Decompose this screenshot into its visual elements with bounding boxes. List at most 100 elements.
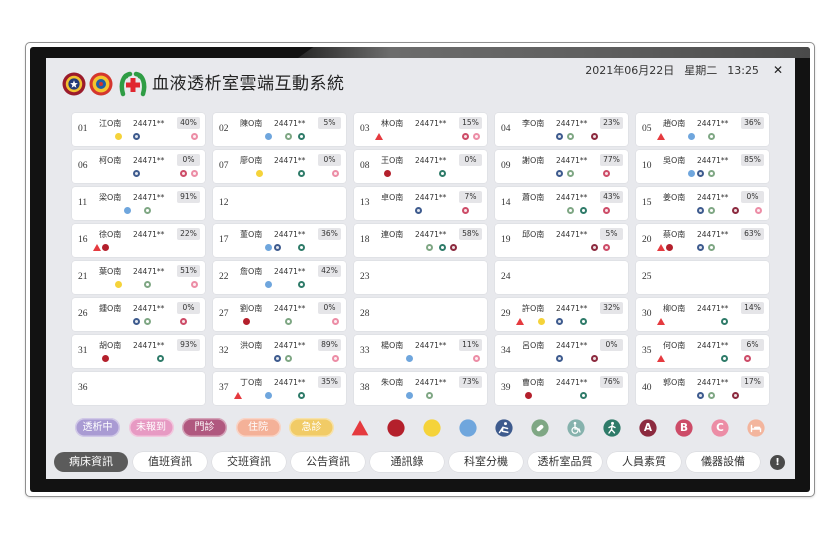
bed-card[interactable]: 11 梁O南 24471** 91% (72, 187, 205, 220)
pill-green-icon (707, 170, 715, 177)
bed-number: 21 (78, 272, 88, 282)
nav-tab[interactable]: 儀器設備 (686, 452, 760, 472)
bed-card[interactable]: 18 連O南 24471** 58% (354, 224, 487, 257)
bed-number: 03 (360, 124, 370, 134)
bed-card[interactable]: 08 王O南 24471** 0% (354, 150, 487, 183)
patient-name: 朱O南 (381, 378, 404, 387)
nav-tab[interactable]: 值班資訊 (133, 452, 207, 472)
bed-card[interactable]: 22 詹O南 24471** 42% (213, 261, 346, 294)
patient-id: 24471** (133, 193, 165, 202)
person-green-icon (297, 281, 305, 288)
bed-card[interactable]: 34 呂O南 24471** 0% (495, 335, 628, 368)
bed-card[interactable]: 30 柳O南 24471** 14% (636, 298, 769, 331)
alert-icon (656, 244, 665, 251)
patient-name: 邱O南 (522, 230, 545, 239)
bed-card[interactable]: 04 李O南 24471** 23% (495, 113, 628, 146)
bed-number: 36 (78, 383, 88, 393)
bed-number: 27 (219, 309, 229, 319)
nav-tab[interactable]: 透析室品質 (528, 452, 602, 472)
patient-name: 柳O南 (663, 304, 686, 313)
bed-card[interactable]: 10 吳O南 24471** 85% (636, 150, 769, 183)
blue-dot-icon (264, 281, 272, 288)
patient-name: 謝O南 (522, 156, 545, 165)
bed-card[interactable]: 20 蔡O南 24471** 63% (636, 224, 769, 257)
nav-tab[interactable]: 科室分機 (449, 452, 523, 472)
pill-green-icon (143, 207, 151, 214)
bed-card[interactable]: 29 許O南 24471** 32% (495, 298, 628, 331)
bed-card[interactable]: 19 邱O南 24471** 5% (495, 224, 628, 257)
bed-card[interactable]: 23 (354, 261, 487, 294)
dialysis-progress: 0% (318, 302, 341, 314)
bed-card[interactable]: 32 洪O南 24471** 89% (213, 335, 346, 368)
wheelchair-navy-icon (696, 244, 704, 251)
bed-card[interactable]: 05 趙O南 24471** 36% (636, 113, 769, 146)
info-icon[interactable]: ! (770, 454, 785, 470)
dialysis-progress: 35% (318, 376, 341, 388)
bed-card[interactable]: 12 (213, 187, 346, 220)
bed-card[interactable]: 15 姜O南 24471** 0% (636, 187, 769, 220)
patient-name: 林O南 (381, 119, 404, 128)
bed-card[interactable]: 33 楊O南 24471** 11% (354, 335, 487, 368)
bed-card[interactable]: 37 丁O南 24471** 35% (213, 372, 346, 405)
grade-c-icon (331, 170, 339, 177)
nav-tab[interactable]: 人員素質 (607, 452, 681, 472)
bed-card[interactable]: 28 (354, 298, 487, 331)
dialysis-progress: 23% (600, 117, 623, 129)
bed-card[interactable]: 17 董O南 24471** 36% (213, 224, 346, 257)
bed-card[interactable]: 24 (495, 261, 628, 294)
wheelchair-navy-icon (555, 318, 563, 325)
bed-card[interactable]: 16 徐O南 24471** 22% (72, 224, 205, 257)
patient-id: 24471** (556, 193, 588, 202)
nav-tab[interactable]: 交班資訊 (212, 452, 286, 472)
grade-b-icon (602, 170, 610, 177)
patient-name: 徐O南 (99, 230, 122, 239)
bed-number: 31 (78, 346, 88, 356)
dialysis-progress: 89% (318, 339, 341, 351)
bed-card[interactable]: 14 蕭O南 24471** 43% (495, 187, 628, 220)
patient-name: 趙O南 (663, 119, 686, 128)
bed-number: 20 (642, 235, 652, 245)
bed-card[interactable]: 03 林O南 24471** 15% (354, 113, 487, 146)
bed-card[interactable]: 26 鍾O南 24471** 0% (72, 298, 205, 331)
grade-letter: A (643, 422, 653, 434)
bed-card[interactable]: 13 卓O南 24471** 7% (354, 187, 487, 220)
bed-number: 01 (78, 124, 88, 134)
bed-card[interactable]: 36 (72, 372, 205, 405)
dialysis-progress: 11% (459, 339, 482, 351)
bed-card[interactable]: 07 廖O南 24471** 0% (213, 150, 346, 183)
bed-card[interactable]: 06 柯O南 24471** 0% (72, 150, 205, 183)
bed-card[interactable]: 35 何O南 24471** 6% (636, 335, 769, 368)
patient-id: 24471** (697, 193, 729, 202)
bed-card[interactable]: 27 劉O南 24471** 0% (213, 298, 346, 331)
bed-card[interactable]: 39 曹O南 24471** 76% (495, 372, 628, 405)
grade-c-icon (190, 170, 198, 177)
patient-name: 柯O南 (99, 156, 122, 165)
nav-tab[interactable]: 公告資訊 (291, 452, 365, 472)
person-green-icon (297, 392, 305, 399)
alert-icon (656, 355, 665, 362)
patient-name: 丁O南 (240, 378, 263, 387)
patient-id: 24471** (415, 378, 447, 387)
bed-number: 25 (642, 272, 652, 282)
bed-card[interactable]: 21 葉O南 24471** 51% (72, 261, 205, 294)
bed-number: 24 (501, 272, 511, 282)
bed-card[interactable]: 02 陳O南 24471** 5% (213, 113, 346, 146)
bed-card[interactable]: 31 胡O南 24471** 93% (72, 335, 205, 368)
bed-number: 32 (219, 346, 229, 356)
bed-card[interactable]: 25 (636, 261, 769, 294)
bed-card[interactable]: 01 江O南 24471** 40% (72, 113, 205, 146)
person-green-icon (720, 318, 728, 325)
grade-a-icon (590, 244, 598, 251)
nav-tab[interactable]: 病床資訊 (54, 452, 128, 472)
bed-card[interactable]: 38 朱O南 24471** 73% (354, 372, 487, 405)
nav-tab[interactable]: 通訊錄 (370, 452, 444, 472)
alert-icon (515, 318, 524, 325)
patient-id: 24471** (556, 119, 588, 128)
bed-number: 07 (219, 161, 229, 171)
grade-a-icon (731, 207, 739, 214)
close-icon[interactable]: ✕ (773, 63, 783, 77)
patient-name: 廖O南 (240, 156, 263, 165)
patient-id: 24471** (274, 267, 306, 276)
bed-card[interactable]: 40 郭O南 24471** 17% (636, 372, 769, 405)
bed-card[interactable]: 09 謝O南 24471** 77% (495, 150, 628, 183)
